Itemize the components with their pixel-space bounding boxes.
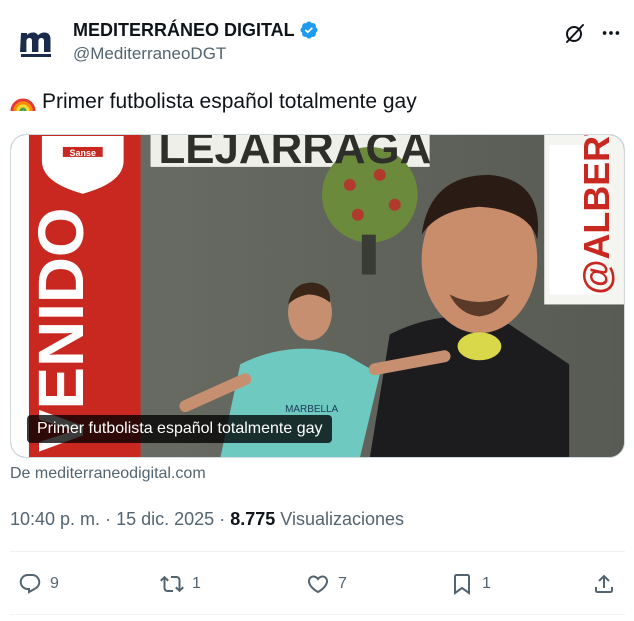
author-handle[interactable]: @MediterraneoDGT xyxy=(73,43,319,65)
like-icon xyxy=(307,575,329,594)
headline-text: LEJARRAGA xyxy=(159,135,432,173)
tweet-meta: 10:40 p. m. · 15 dic. 2025 · 8.775 Visua… xyxy=(10,508,404,530)
author-display-name[interactable]: MEDITERRÁNEO DIGITAL xyxy=(73,18,319,42)
card-title[interactable]: Primer futbolista español totalmente gay xyxy=(27,415,333,443)
share-button[interactable] xyxy=(592,564,616,604)
tweet-text: Primer futbolista español totalmente gay xyxy=(10,88,417,116)
divider xyxy=(10,551,625,552)
share-icon xyxy=(595,574,613,593)
shirt-text: MARBELLA xyxy=(285,404,338,415)
like-count: 7 xyxy=(338,575,347,592)
card-image: VENIDO Sanse LEJARRAGA @ALBERTO MARBELLA xyxy=(11,135,624,457)
rainbow-emoji-icon xyxy=(10,98,36,112)
reply-button[interactable]: 9 xyxy=(18,564,59,604)
more-options-button[interactable] xyxy=(598,20,624,46)
avatar[interactable] xyxy=(14,20,56,62)
card-source[interactable]: De mediterraneodigital.com xyxy=(10,465,206,483)
action-bar: 9 1 7 1 xyxy=(10,564,625,604)
reply-icon xyxy=(19,574,41,594)
author-names: MEDITERRÁNEO DIGITAL @MediterraneoDGT xyxy=(73,18,319,65)
side-tag-text: @ALBERTO xyxy=(577,135,617,294)
meta-separator: · xyxy=(219,509,226,529)
link-card[interactable]: VENIDO Sanse LEJARRAGA @ALBERTO MARBELLA… xyxy=(10,134,625,458)
grok-icon xyxy=(566,24,584,43)
bookmark-button[interactable]: 1 xyxy=(450,564,491,604)
tweet-time[interactable]: 10:40 p. m. xyxy=(10,509,100,529)
repost-button[interactable]: 1 xyxy=(160,564,201,604)
more-icon xyxy=(602,31,620,35)
views-count: 8.775 xyxy=(230,509,276,529)
bookmark-icon xyxy=(454,574,470,595)
bookmark-count: 1 xyxy=(482,575,491,592)
tweet-header: MEDITERRÁNEO DIGITAL @MediterraneoDGT xyxy=(14,16,624,72)
divider xyxy=(10,614,625,615)
repost-icon xyxy=(160,575,184,593)
like-button[interactable]: 7 xyxy=(306,564,347,604)
meta-separator: · xyxy=(105,509,112,529)
grok-button[interactable] xyxy=(562,20,588,46)
repost-count: 1 xyxy=(192,575,201,592)
mediterraneo-logo-icon xyxy=(20,32,51,57)
verified-badge-icon[interactable] xyxy=(299,20,319,40)
reply-count: 9 xyxy=(50,575,59,592)
tweet-text-content: Primer futbolista español totalmente gay xyxy=(42,90,417,113)
views-label: Visualizaciones xyxy=(280,509,405,529)
author-display-name-text[interactable]: MEDITERRÁNEO DIGITAL xyxy=(73,18,295,42)
badge-text: Sanse xyxy=(70,148,96,158)
tweet-date[interactable]: 15 dic. 2025 xyxy=(116,509,214,529)
